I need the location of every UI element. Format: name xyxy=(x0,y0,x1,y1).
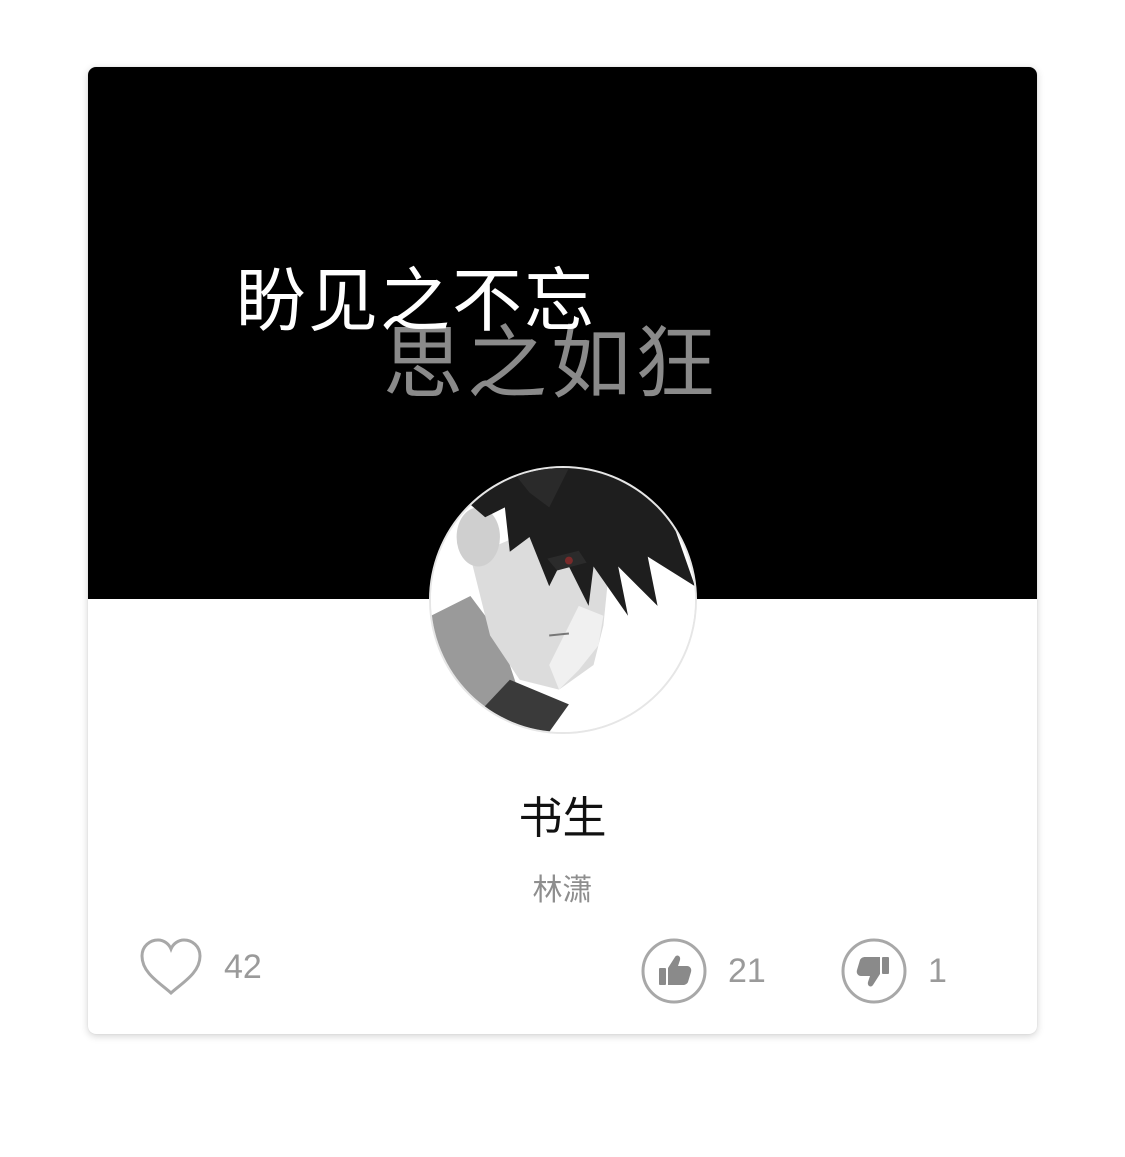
anime-boy-avatar-icon xyxy=(431,468,695,732)
post-card[interactable]: 思之如狂 盼见之不忘 书生 林潇 42 21 1 xyxy=(88,67,1037,1034)
avatar[interactable] xyxy=(429,466,697,734)
downvote-button[interactable]: 1 xyxy=(840,937,947,1005)
downvote-count: 1 xyxy=(928,951,947,990)
heart-icon[interactable] xyxy=(138,937,204,997)
post-author[interactable]: 林潇 xyxy=(88,865,1037,909)
thumbs-up-icon[interactable] xyxy=(640,937,708,1005)
cover-text-line1: 盼见之不忘 xyxy=(236,260,596,342)
like-count: 42 xyxy=(224,947,262,986)
upvote-button[interactable]: 21 xyxy=(640,937,766,1005)
like-button[interactable]: 42 xyxy=(138,937,262,997)
thumbs-down-icon[interactable] xyxy=(840,937,908,1005)
post-title: 书生 xyxy=(518,793,607,844)
upvote-count: 21 xyxy=(728,951,766,990)
